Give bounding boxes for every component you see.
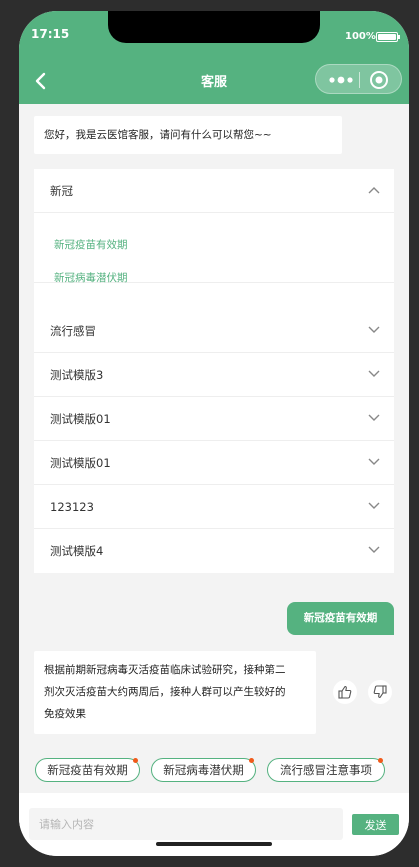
quick-tag[interactable]: 新冠病毒潜伏期 bbox=[151, 758, 256, 782]
faq-panel: 新冠 新冠疫苗有效期 新冠病毒潜伏期 流行感冒 测试模版3 测试模版01 测试模… bbox=[34, 169, 394, 573]
new-dot bbox=[378, 758, 383, 763]
answer-line: 根据前期新冠病毒灭活疫苗临床试验研究，接种第二 bbox=[44, 664, 286, 676]
faq-row-label: 流行感冒 bbox=[50, 324, 96, 338]
new-dot bbox=[249, 758, 254, 763]
quick-tag-label: 流行感冒注意事项 bbox=[280, 763, 372, 777]
more-icon[interactable] bbox=[328, 74, 356, 86]
faq-sub-item[interactable]: 新冠病毒潜伏期 bbox=[54, 270, 128, 285]
user-message: 新冠疫苗有效期 bbox=[287, 602, 394, 635]
dislike-button[interactable] bbox=[368, 680, 392, 704]
quick-tag-label: 新冠疫苗有效期 bbox=[47, 763, 128, 777]
phone-screen: 17:15 100% 客服 您好，我是云医馆客服，请问有什么可以帮您~~ 新冠 … bbox=[19, 11, 409, 856]
status-time: 17:15 bbox=[31, 27, 70, 41]
input-bar: 发送 bbox=[19, 793, 409, 856]
quick-tag[interactable]: 新冠疫苗有效期 bbox=[35, 758, 140, 782]
send-button[interactable]: 发送 bbox=[352, 814, 399, 835]
quick-tag[interactable]: 流行感冒注意事项 bbox=[267, 758, 385, 782]
new-dot bbox=[133, 758, 138, 763]
answer-message: 根据前期新冠病毒灭活疫苗临床试验研究，接种第二 剂次灭活疫苗大约两周后，接种人群… bbox=[34, 651, 316, 734]
faq-row[interactable]: 流行感冒 bbox=[34, 309, 394, 353]
message-input[interactable] bbox=[29, 808, 343, 840]
chevron-down-icon bbox=[368, 502, 380, 509]
chevron-down-icon bbox=[368, 546, 380, 553]
status-bar: 17:15 100% bbox=[19, 11, 409, 57]
faq-row[interactable]: 测试模版4 bbox=[34, 529, 394, 573]
chevron-down-icon bbox=[368, 370, 380, 377]
faq-row-label: 测试模版4 bbox=[50, 544, 104, 558]
faq-row[interactable]: 测试模版3 bbox=[34, 353, 394, 397]
battery-percent: 100% bbox=[345, 31, 376, 42]
faq-row-label: 测试模版3 bbox=[50, 368, 104, 382]
faq-sub-item[interactable]: 新冠疫苗有效期 bbox=[54, 237, 128, 252]
chevron-down-icon bbox=[368, 414, 380, 421]
faq-sub-list: 新冠疫苗有效期 新冠病毒潜伏期 bbox=[34, 213, 394, 285]
like-button[interactable] bbox=[333, 680, 357, 704]
capsule-divider bbox=[359, 72, 360, 88]
nav-bar: 客服 bbox=[19, 57, 409, 104]
battery-icon bbox=[376, 32, 400, 42]
faq-row[interactable]: 测试模版01 bbox=[34, 441, 394, 485]
chevron-up-icon bbox=[368, 187, 380, 194]
greeting-message: 您好，我是云医馆客服，请问有什么可以帮您~~ bbox=[34, 116, 342, 154]
faq-row-label: 123123 bbox=[50, 500, 94, 514]
faq-row[interactable]: 测试模版01 bbox=[34, 397, 394, 441]
faq-row-label: 新冠 bbox=[50, 184, 73, 198]
home-indicator bbox=[156, 842, 272, 846]
chevron-down-icon bbox=[368, 326, 380, 333]
close-capsule-icon[interactable] bbox=[368, 69, 390, 91]
faq-row-expanded[interactable]: 新冠 bbox=[34, 169, 394, 213]
answer-line: 免疫效果 bbox=[44, 708, 86, 720]
notch bbox=[108, 11, 320, 43]
faq-row-label: 测试模版01 bbox=[50, 412, 111, 426]
thumbs-up-icon bbox=[338, 685, 352, 699]
faq-row-label: 测试模版01 bbox=[50, 456, 111, 470]
answer-line: 剂次灭活疫苗大约两周后，接种人群可以产生较好的 bbox=[44, 686, 286, 698]
thumbs-down-icon bbox=[373, 685, 387, 699]
mini-program-capsule bbox=[315, 64, 402, 94]
faq-row[interactable]: 123123 bbox=[34, 485, 394, 529]
quick-tag-label: 新冠病毒潜伏期 bbox=[163, 763, 244, 777]
chevron-down-icon bbox=[368, 458, 380, 465]
